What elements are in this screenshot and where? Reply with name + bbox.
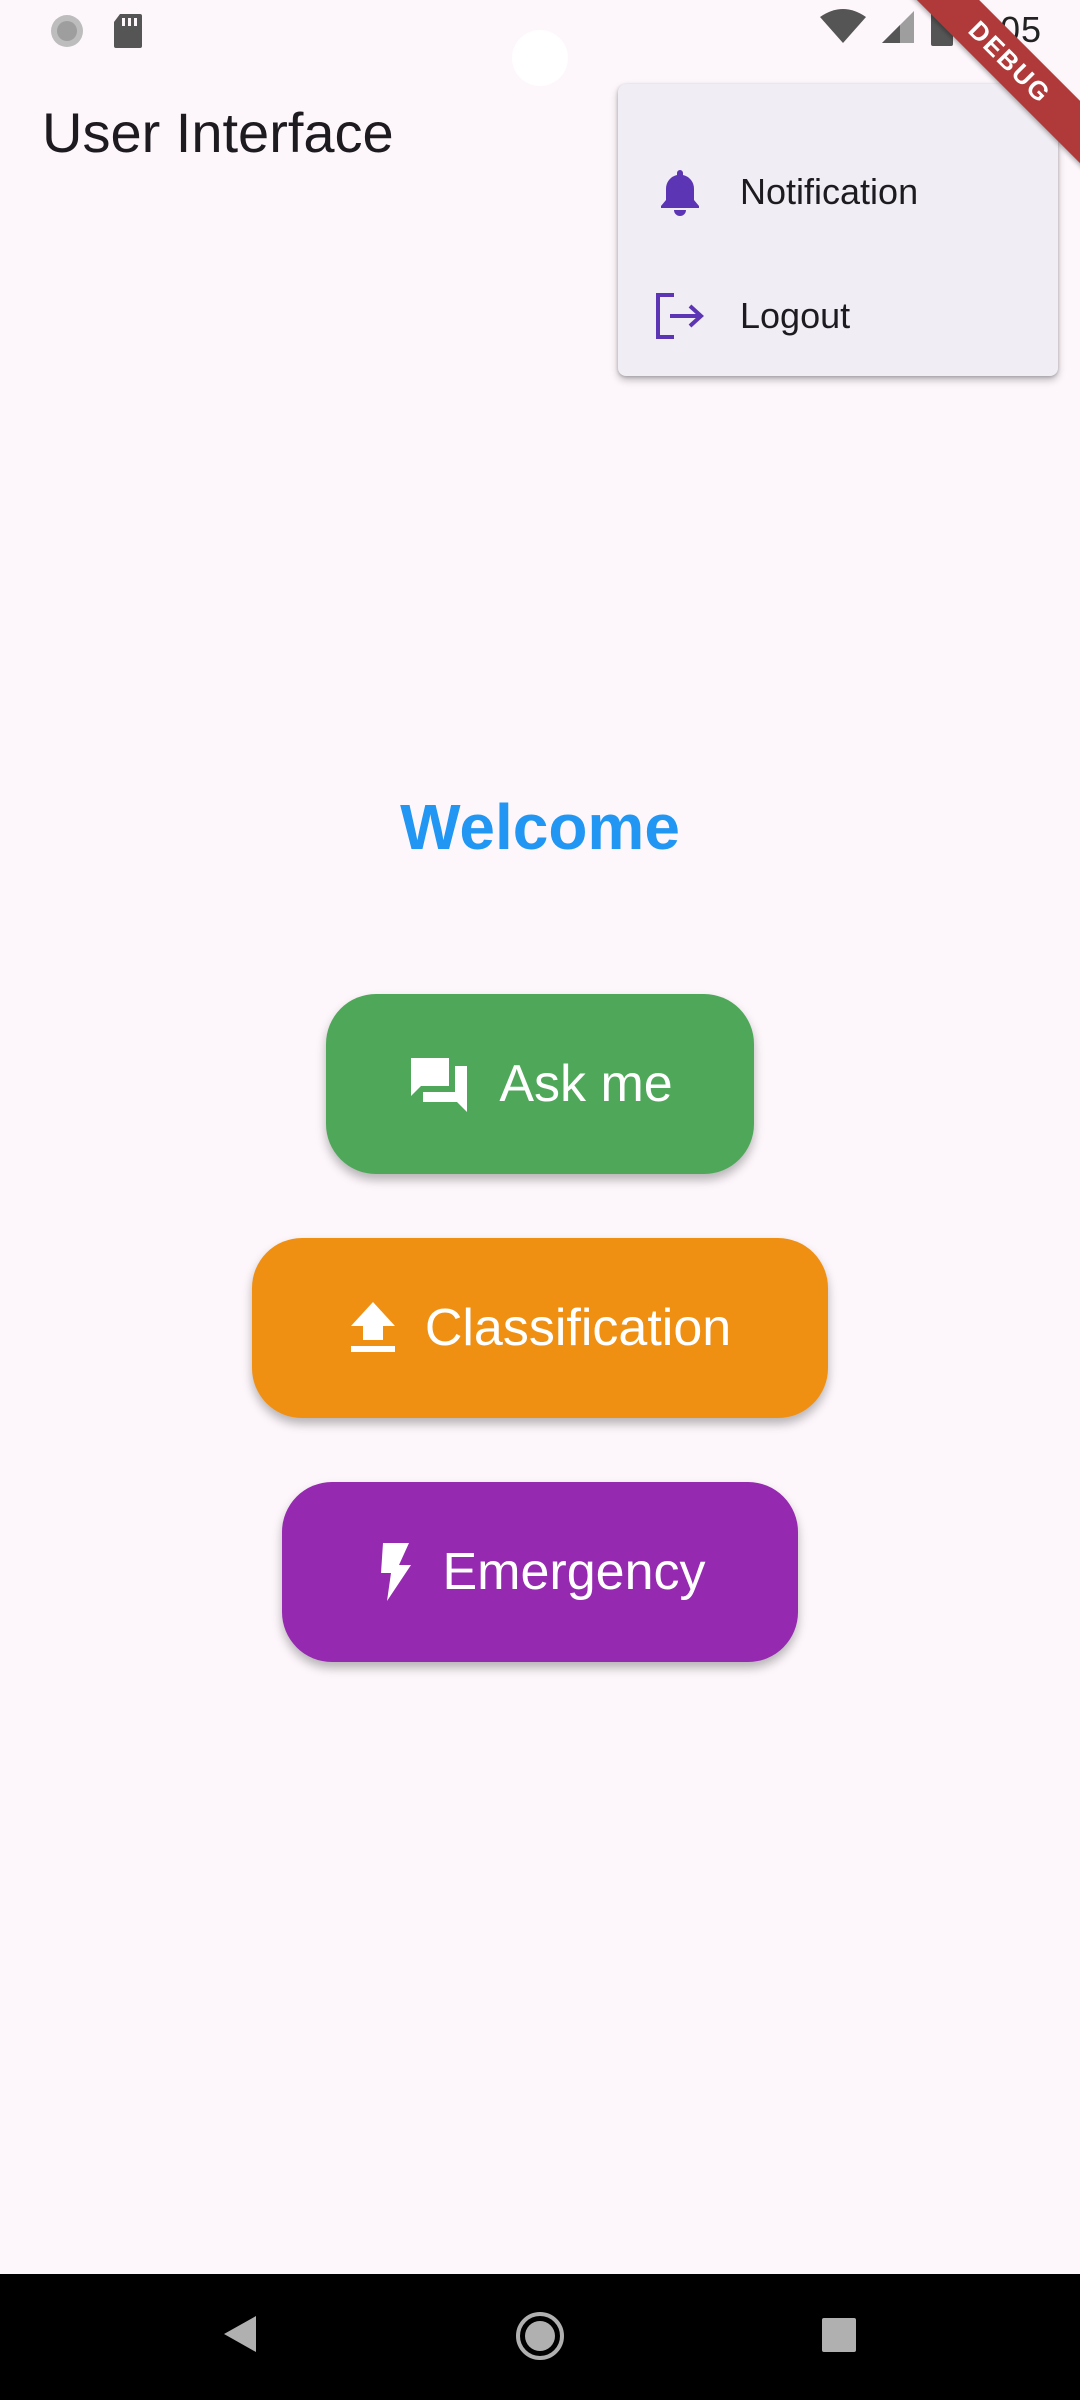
emergency-label: Emergency [442, 1543, 706, 1601]
system-nav-bar [0, 2274, 1080, 2400]
popup-menu: Notification Logout [618, 84, 1058, 376]
upload-icon [349, 1300, 397, 1356]
menu-item-label: Notification [740, 171, 919, 212]
menu-item-notification[interactable]: Notification [618, 132, 1058, 252]
chat-bubbles-icon [407, 1054, 471, 1114]
status-bar: 8:05 [0, 0, 1080, 86]
recents-icon[interactable] [822, 2318, 856, 2357]
sd-card-icon [112, 12, 144, 55]
classification-label: Classification [424, 1299, 732, 1357]
wifi-icon [819, 9, 866, 50]
camera-cutout [512, 30, 568, 86]
ask-me-label: Ask me [499, 1055, 673, 1113]
bell-icon [652, 164, 708, 220]
back-icon[interactable] [222, 2314, 258, 2359]
app-bar-title: User Interface [42, 101, 394, 164]
welcome-heading: Welcome [400, 791, 680, 863]
flash-icon [375, 1541, 415, 1603]
emergency-button[interactable]: Emergency [282, 1482, 798, 1662]
logout-icon [652, 288, 708, 344]
menu-item-logout[interactable]: Logout [618, 256, 1058, 376]
menu-item-label: Logout [740, 295, 851, 336]
classification-button[interactable]: Classification [252, 1238, 828, 1418]
cellular-signal-icon [880, 9, 916, 50]
home-icon[interactable] [514, 2310, 566, 2367]
spinner-icon [48, 12, 86, 55]
ask-me-button[interactable]: Ask me [326, 994, 754, 1174]
